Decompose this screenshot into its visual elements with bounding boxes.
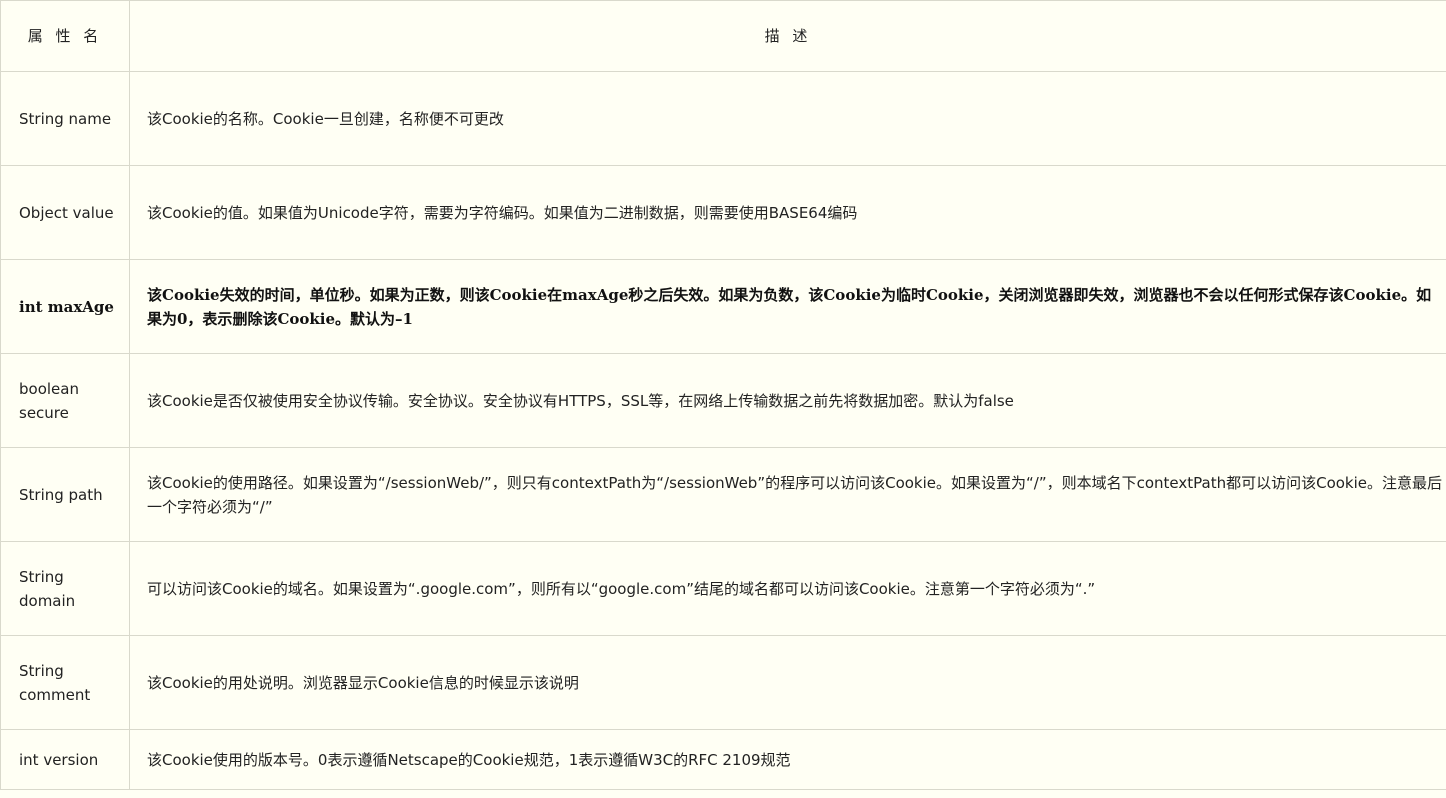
property-description-cell: 该Cookie的使用路径。如果设置为“/sessionWeb/”，则只有cont… <box>129 447 1446 542</box>
property-name-cell: int version <box>0 729 130 790</box>
property-description-cell: 该Cookie的值。如果值为Unicode字符，需要为字符编码。如果值为二进制数… <box>129 165 1446 260</box>
table-row: String domain 可以访问该Cookie的域名。如果设置为“.goog… <box>0 541 1446 636</box>
property-name-cell: boolean secure <box>0 353 130 448</box>
table-row: Object value 该Cookie的值。如果值为Unicode字符，需要为… <box>0 165 1446 260</box>
property-description-cell: 该Cookie失效的时间，单位秒。如果为正数，则该Cookie在maxAge秒之… <box>129 259 1446 354</box>
header-property-name: 属 性 名 <box>0 0 130 72</box>
table-row: int maxAge 该Cookie失效的时间，单位秒。如果为正数，则该Cook… <box>0 259 1446 354</box>
property-name-cell: String domain <box>0 541 130 636</box>
property-description-cell: 该Cookie是否仅被使用安全协议传输。安全协议。安全协议有HTTPS，SSL等… <box>129 353 1446 448</box>
cookie-properties-table: 属 性 名 描 述 String name 该Cookie的名称。Cookie一… <box>0 0 1446 790</box>
property-name-cell: int maxAge <box>0 259 130 354</box>
property-description-cell: 该Cookie的名称。Cookie一旦创建，名称便不可更改 <box>129 71 1446 166</box>
table-row: String comment 该Cookie的用处说明。浏览器显示Cookie信… <box>0 635 1446 730</box>
property-name-cell: String name <box>0 71 130 166</box>
table-row: boolean secure 该Cookie是否仅被使用安全协议传输。安全协议。… <box>0 353 1446 448</box>
property-description-cell: 该Cookie的用处说明。浏览器显示Cookie信息的时候显示该说明 <box>129 635 1446 730</box>
table-row: String name 该Cookie的名称。Cookie一旦创建，名称便不可更… <box>0 71 1446 166</box>
property-name-cell: String comment <box>0 635 130 730</box>
property-description-cell: 可以访问该Cookie的域名。如果设置为“.google.com”，则所有以“g… <box>129 541 1446 636</box>
table-row: String path 该Cookie的使用路径。如果设置为“/sessionW… <box>0 447 1446 542</box>
table-row: int version 该Cookie使用的版本号。0表示遵循Netscape的… <box>0 729 1446 790</box>
property-description-cell: 该Cookie使用的版本号。0表示遵循Netscape的Cookie规范，1表示… <box>129 729 1446 790</box>
property-name-cell: String path <box>0 447 130 542</box>
property-name-cell: Object value <box>0 165 130 260</box>
header-description: 描 述 <box>129 0 1446 72</box>
table-header-row: 属 性 名 描 述 <box>0 0 1446 72</box>
